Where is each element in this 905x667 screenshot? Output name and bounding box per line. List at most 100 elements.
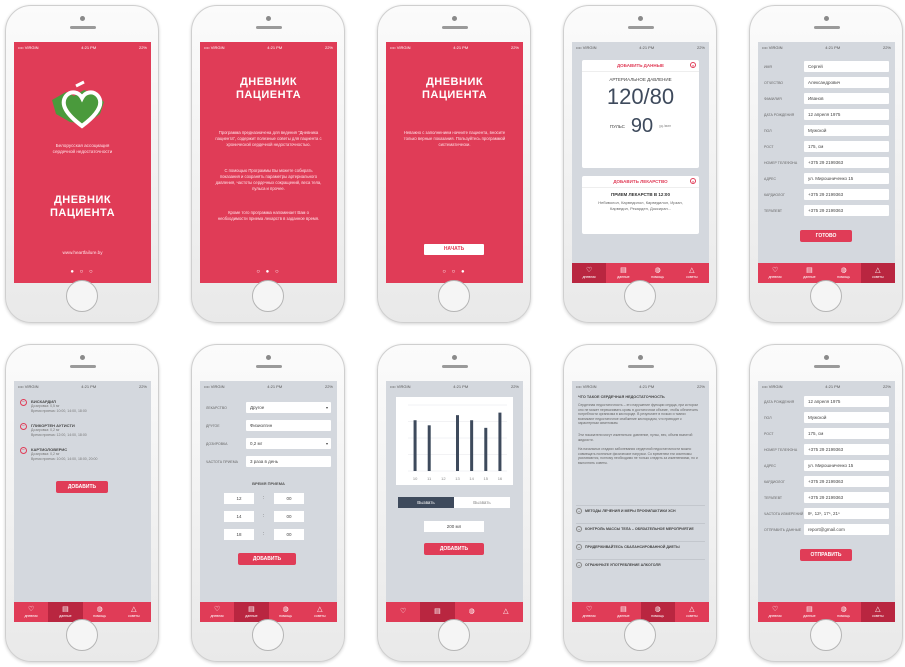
tab-help[interactable]: ◍ помощь: [640, 602, 675, 622]
amount-input[interactable]: 200 мл: [424, 521, 484, 532]
tab-tips[interactable]: △ советы: [675, 602, 709, 622]
article-section-row[interactable]: ⌄ КОНТРОЛЬ МАССЫ ТЕЛА – ОБЯЗАТЕЛЬНОЕ МЕРО…: [576, 523, 705, 532]
field-input[interactable]: +375 29 2199363: [804, 476, 889, 487]
field-input[interactable]: +375 29 2199363: [804, 492, 889, 503]
home-button[interactable]: [438, 619, 470, 651]
tab-tips[interactable]: △ советы: [860, 602, 895, 622]
field-input[interactable]: ул. Мирошниченко 15: [804, 173, 889, 184]
field-input[interactable]: Сергей: [804, 61, 889, 72]
tab-tips[interactable]: △ советы: [860, 263, 895, 283]
med-list-item[interactable]: − БИСКАРДИЛ Дозировка: 0,5 мг Время приема…: [20, 399, 145, 414]
tab-help[interactable]: ◍ помощь: [827, 602, 861, 622]
tab-help[interactable]: ◍ помощь: [83, 602, 117, 622]
tab-help[interactable]: ◍ помощь: [827, 263, 861, 283]
chart-bar[interactable]: [470, 420, 474, 471]
article-section-row[interactable]: ⌄ МЕТОДЫ ЛЕЧЕНИЯ И МЕРЫ ПРОФИЛАКТИКИ ХСН: [576, 505, 705, 514]
field-input[interactable]: Александрович: [804, 77, 889, 88]
minute-input[interactable]: 00: [274, 529, 304, 540]
chart-bar[interactable]: [427, 425, 431, 471]
field-input[interactable]: 175, см: [804, 428, 889, 439]
minute-input[interactable]: 00: [274, 511, 304, 522]
home-button[interactable]: [810, 280, 842, 312]
home-button[interactable]: [66, 280, 98, 312]
remove-icon[interactable]: −: [20, 423, 27, 430]
article-section-row[interactable]: ⌄ ПРИДЕРЖИВАЙТЕСЬ СБАЛАНСИРОВАННОЙ ДИЕТЫ: [576, 541, 705, 550]
tab-tips[interactable]: △ советы: [303, 602, 337, 622]
field-input[interactable]: +375 29 2199363: [804, 189, 889, 200]
send-button[interactable]: ОТПРАВИТЬ: [800, 549, 852, 561]
remove-icon[interactable]: −: [20, 447, 27, 454]
frequency-select[interactable]: 3 раза в день: [246, 456, 331, 467]
tab-diary[interactable]: ♡ дневник: [758, 602, 792, 622]
home-button[interactable]: [624, 619, 656, 651]
tab-label: советы: [686, 614, 698, 618]
field-input[interactable]: Мужской: [804, 125, 889, 136]
remove-icon[interactable]: −: [20, 399, 27, 406]
other-input[interactable]: Физиолгин: [246, 420, 331, 431]
pressure-value[interactable]: 120/80: [582, 85, 699, 109]
field-input[interactable]: +375 29 2199363: [804, 157, 889, 168]
intro-title-line1: ДНЕВНИК: [239, 76, 298, 88]
hour-input[interactable]: 18: [224, 529, 254, 540]
close-icon[interactable]: ×: [690, 178, 696, 184]
med-list-item[interactable]: − КАРТИОЛОВЕРИС Дозировка: 0,2 мг Время пр…: [20, 447, 145, 462]
chart-bar[interactable]: [498, 412, 502, 471]
chart-bar[interactable]: [413, 420, 417, 471]
pulse-value[interactable]: 90: [631, 115, 653, 137]
dose-select[interactable]: 0,2 мг ▾: [246, 438, 331, 449]
home-button[interactable]: [252, 619, 284, 651]
medicine-select[interactable]: Другое ▾: [246, 402, 331, 413]
add-data-header[interactable]: ДОБАВИТЬ ДАННЫЕ ×: [582, 60, 699, 72]
tab-diary[interactable]: ♡ дневник: [200, 602, 234, 622]
field-input[interactable]: Мужской: [804, 412, 889, 423]
field-input[interactable]: 12 апреля 1975: [804, 396, 889, 407]
hour-input[interactable]: 14: [224, 511, 254, 522]
tab-diary[interactable]: ♡ дневник: [572, 602, 606, 622]
done-button[interactable]: ГОТОВО: [800, 230, 852, 242]
add-med-header[interactable]: ДОБАВИТЬ ЛЕКАРСТВО ×: [582, 176, 699, 188]
start-button[interactable]: НАЧАТЬ: [424, 244, 484, 255]
home-button[interactable]: [810, 619, 842, 651]
add-medication-button[interactable]: ДОБАВИТЬ: [56, 481, 108, 493]
field-input[interactable]: +375 29 2199363: [804, 444, 889, 455]
tab-diary[interactable]: ♡ дневник: [14, 602, 48, 622]
tab-label: советы: [128, 614, 140, 618]
home-button[interactable]: [438, 280, 470, 312]
med-list-item[interactable]: − ГЛИКОРТЕН АУТИСТИ Дозировка: 0,2 мг Врем…: [20, 423, 145, 438]
tab-help[interactable]: ◍ помощь: [269, 602, 303, 622]
tab-tips[interactable]: △: [489, 602, 523, 622]
calendar-icon: ▤: [620, 606, 627, 613]
tab-diary[interactable]: ♡ дневник: [572, 263, 607, 283]
field-input[interactable]: +375 29 2199363: [804, 205, 889, 216]
tab-help[interactable]: ◍: [455, 602, 489, 622]
article-heading: ЧТО ТАКОЕ СЕРДЕЧНАЯ НЕДОСТАТОЧНОСТЬ: [578, 395, 665, 399]
field-input[interactable]: Иванов: [804, 93, 889, 104]
tab-diary[interactable]: ♡ дневник: [758, 263, 792, 283]
home-button[interactable]: [252, 280, 284, 312]
minute-input[interactable]: 00: [274, 493, 304, 504]
tab-tips[interactable]: △ советы: [117, 602, 151, 622]
website-link[interactable]: www.heartfailure.by: [28, 250, 137, 256]
field-input[interactable]: 175, см: [804, 141, 889, 152]
home-button[interactable]: [624, 280, 656, 312]
article-section-row[interactable]: ⌄ ОГРАНИЧЬТЕ УПОТРЕБЛЕНИЕ АЛКОГОЛЯ: [576, 559, 705, 568]
profile-row: ПОЛ Мужской: [764, 411, 889, 424]
tab-tips[interactable]: △ советы: [675, 263, 709, 283]
close-icon[interactable]: ×: [690, 62, 696, 68]
field-input[interactable]: ул. Мирошниченко 15: [804, 460, 889, 471]
hour-input[interactable]: 12: [224, 493, 254, 504]
field-input[interactable]: report@gmail.com: [804, 524, 889, 535]
toggle-left-button[interactable]: Вызвать: [398, 497, 454, 508]
camera-dot: [80, 355, 85, 360]
chart-bar[interactable]: [456, 415, 459, 471]
toggle-right-button[interactable]: Вызвать: [454, 497, 510, 508]
tab-help[interactable]: ◍ помощь: [641, 263, 675, 283]
heart-icon: ♡: [771, 606, 779, 613]
tab-diary[interactable]: ♡: [386, 602, 420, 622]
chart-bar[interactable]: [484, 427, 488, 471]
field-input[interactable]: 12 апреля 1975: [804, 109, 889, 120]
field-input[interactable]: 8ⁿ, 12ⁿ, 17ⁿ, 21ⁿ: [804, 508, 889, 519]
add-medication-button[interactable]: ДОБАВИТЬ: [238, 553, 296, 565]
home-button[interactable]: [66, 619, 98, 651]
add-entry-button[interactable]: ДОБАВИТЬ: [424, 543, 484, 555]
